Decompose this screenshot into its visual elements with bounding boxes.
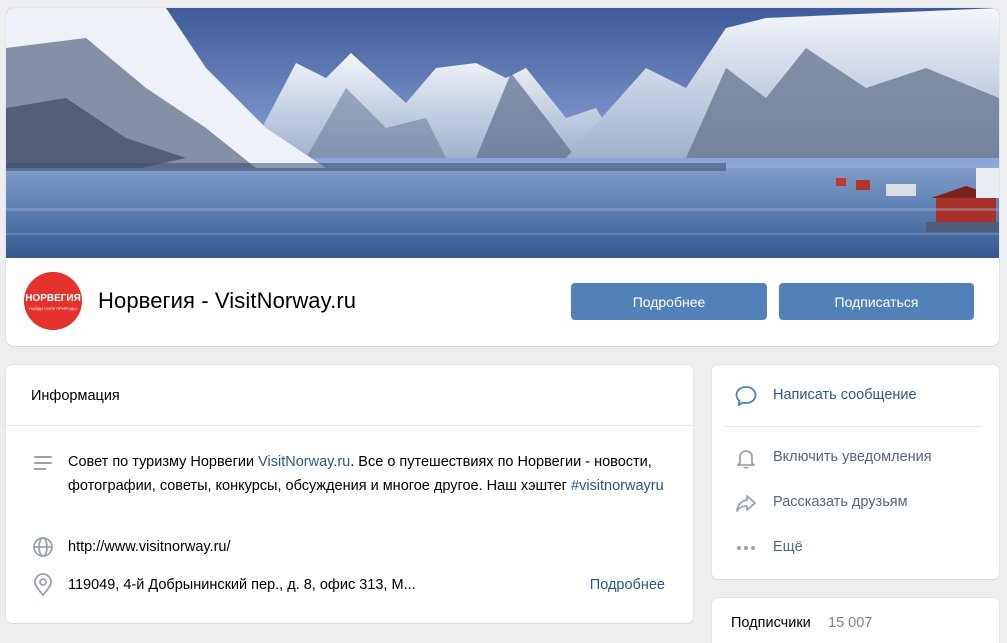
info-card: Информация Совет по туризму Норвегии Vis… [6,365,693,623]
description-icon [32,452,54,474]
avatar-logo-subtext: НАЙДИ СИЛУ ПРИРОДЫ [29,306,77,311]
enable-notifications-action[interactable]: Включить уведомления [712,437,999,477]
address-more-link[interactable]: Подробнее [590,573,665,597]
share-arrow-icon [734,491,758,515]
group-avatar[interactable]: НОРВЕГИЯ НАЙДИ СИЛУ ПРИРОДЫ [24,272,82,330]
subscribe-button[interactable]: Подписаться [779,283,974,320]
more-dots-icon [734,536,758,560]
message-bubble-icon [734,384,758,408]
subscribers-count: 15 007 [828,615,873,631]
description-text-start: Совет по туризму Норвегии [68,454,259,470]
more-actions[interactable]: Ещё [712,527,999,567]
visitnorway-link[interactable]: VisitNorway.ru [258,454,350,470]
globe-icon [32,536,54,558]
share-action[interactable]: Рассказать друзьям [712,482,999,522]
subscribers-card[interactable]: Подписчики 15 007 [712,598,999,643]
group-header-card: НОРВЕГИЯ НАЙДИ СИЛУ ПРИРОДЫ Норвегия - V… [6,8,999,346]
group-name: Норвегия - VisitNorway.ru [98,288,357,313]
location-pin-icon [32,573,54,597]
write-message-label: Написать сообщение [773,387,917,403]
share-label: Рассказать друзьям [773,494,908,510]
group-profile-bar: НОРВЕГИЯ НАЙДИ СИЛУ ПРИРОДЫ Норвегия - V… [6,258,999,346]
actions-card: Написать сообщение Включить уведомления … [712,365,999,579]
bell-icon [734,446,758,470]
address-text[interactable]: 119049, 4-й Добрынинский пер., д. 8, офи… [68,573,416,597]
cover-image [6,8,999,258]
actions-divider [724,426,982,427]
info-description: Совет по туризму Норвегии VisitNorway.ru… [68,450,668,498]
enable-notifications-label: Включить уведомления [773,449,932,465]
more-actions-label: Ещё [773,539,803,555]
info-title: Информация [6,365,693,426]
hashtag-link[interactable]: #visitnorwayru [571,478,664,494]
write-message-action[interactable]: Написать сообщение [712,375,999,415]
more-button[interactable]: Подробнее [571,283,767,320]
avatar-logo-text: НОРВЕГИЯ [25,293,81,304]
website-link[interactable]: http://www.visitnorway.ru/ [68,535,231,559]
subscribers-title: Подписчики [731,615,811,631]
